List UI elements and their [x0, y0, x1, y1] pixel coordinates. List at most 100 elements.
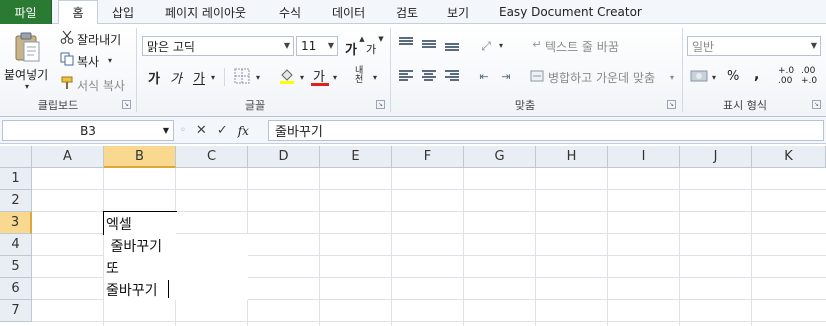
active-cell-border-top [103, 211, 177, 212]
grow-font-button[interactable]: 가 [345, 39, 357, 58]
font-color-swatch [311, 83, 329, 86]
merge-dropdown-icon[interactable]: ▾ [668, 72, 676, 82]
borders-dropdown-icon[interactable]: ▾ [254, 72, 262, 82]
orientation-dropdown-icon[interactable]: ▾ [497, 40, 505, 50]
insert-function-button[interactable]: fx [238, 124, 249, 138]
gridline [535, 168, 536, 326]
tab-easy-document-creator[interactable]: Easy Document Creator [499, 0, 642, 24]
tab-page-layout[interactable]: 페이지 레이아웃 [165, 0, 246, 24]
column-header-j[interactable]: J [680, 146, 752, 168]
shrink-font-button[interactable]: 가 [366, 41, 376, 57]
cut-button[interactable]: 잘라내기 [77, 31, 121, 48]
fill-color-icon[interactable] [278, 67, 296, 85]
column-header-f[interactable]: F [392, 146, 464, 168]
orientation-icon[interactable]: ⤢ [477, 38, 495, 54]
merge-center-button[interactable]: 병합하고 가운데 맞춤 [548, 69, 655, 86]
percent-style-button[interactable]: % [727, 69, 739, 84]
tab-home[interactable]: 홈 [58, 0, 98, 25]
comma-style-button[interactable]: , [754, 67, 759, 83]
copy-button[interactable]: 복사 [77, 53, 99, 70]
font-color-dropdown-icon[interactable]: ▾ [331, 72, 339, 82]
font-size-combo[interactable]: 11 ▼ [296, 36, 338, 56]
phonetic-dropdown-icon[interactable]: ▾ [371, 72, 379, 82]
row-header-2[interactable]: 2 [0, 190, 32, 212]
row-header-7[interactable]: 7 [0, 300, 32, 322]
gridline [679, 168, 680, 326]
copy-dropdown-icon[interactable]: ▾ [106, 55, 114, 65]
gridline [607, 168, 608, 326]
align-left-icon[interactable] [399, 69, 415, 83]
align-right-icon[interactable] [445, 69, 461, 83]
column-header-k[interactable]: K [752, 146, 826, 168]
number-launcher-icon[interactable]: ↘ [812, 100, 821, 109]
column-header-h[interactable]: H [536, 146, 608, 168]
font-launcher-icon[interactable]: ↘ [376, 100, 385, 109]
edit-overflow-area [176, 234, 248, 300]
increase-decimal-button[interactable]: +.0 .00 [778, 66, 796, 86]
name-box[interactable]: B3 ▼ [2, 120, 174, 141]
italic-button[interactable]: 가 [170, 68, 182, 87]
alignment-launcher-icon[interactable]: ↘ [667, 100, 676, 109]
accounting-dropdown-icon[interactable]: ▾ [710, 72, 718, 82]
underline-dropdown-icon[interactable]: ▾ [209, 72, 217, 82]
wrap-text-button[interactable]: 텍스트 줄 바꿈 [545, 38, 619, 55]
column-header-a[interactable]: A [32, 146, 104, 168]
align-middle-icon[interactable] [422, 39, 438, 53]
number-group-label: 표시 형식 [723, 99, 767, 112]
decrease-indent-icon[interactable]: ⇤ [476, 69, 492, 83]
paste-dropdown-icon[interactable]: ▾ [22, 82, 32, 91]
bold-button[interactable]: 가 [148, 68, 160, 87]
select-all-corner[interactable] [0, 146, 32, 168]
align-center-icon[interactable] [422, 69, 438, 83]
column-header-i[interactable]: I [608, 146, 680, 168]
scissors-icon [60, 30, 74, 44]
align-top-icon[interactable] [399, 36, 415, 50]
column-header-b[interactable]: B [104, 146, 176, 168]
tab-insert[interactable]: 삽입 [112, 0, 134, 24]
gridline [319, 168, 320, 326]
alignment-group-label: 맞춤 [514, 99, 536, 112]
align-bottom-icon[interactable] [445, 42, 461, 56]
name-box-value: B3 [80, 123, 96, 138]
format-painter-button[interactable]: 서식 복사 [77, 77, 125, 94]
row-header-6[interactable]: 6 [0, 278, 32, 300]
format-painter-icon [60, 76, 74, 90]
row-header-1[interactable]: 1 [0, 168, 32, 190]
font-name-combo[interactable]: 맑은 고딕 ▼ [142, 36, 294, 56]
font-name-value: 맑은 고딕 [147, 39, 195, 54]
phonetic-guide-button[interactable]: 내천 [355, 67, 369, 85]
number-format-combo[interactable]: 일반 ▼ [687, 36, 821, 56]
cancel-icon[interactable]: ✕ [196, 123, 207, 138]
tab-view[interactable]: 보기 [447, 0, 469, 24]
resize-handle-icon[interactable]: ◦ [180, 125, 186, 136]
group-separator [136, 28, 137, 112]
paste-button[interactable]: 붙여넣기 [4, 66, 48, 83]
decrease-decimal-button[interactable]: .00 +.0 [801, 66, 819, 86]
paste-icon[interactable] [12, 30, 42, 64]
increase-indent-icon[interactable]: ⇥ [498, 69, 514, 83]
tab-review[interactable]: 검토 [396, 0, 418, 24]
row-header-4[interactable]: 4 [0, 234, 32, 256]
active-cell-border-left [103, 211, 104, 235]
column-header-d[interactable]: D [248, 146, 320, 168]
formula-input[interactable]: 줄바꾸기 [268, 120, 824, 141]
cell-b3-line: 줄바꾸기 [106, 239, 162, 255]
group-separator [682, 28, 683, 112]
accounting-format-icon[interactable] [690, 68, 708, 84]
column-header-c[interactable]: C [176, 146, 248, 168]
column-header-g[interactable]: G [464, 146, 536, 168]
enter-icon[interactable]: ✓ [217, 123, 228, 138]
tab-formulas[interactable]: 수식 [279, 0, 301, 24]
column-header-e[interactable]: E [320, 146, 392, 168]
clipboard-launcher-icon[interactable]: ↘ [122, 100, 131, 109]
tab-file[interactable]: 파일 [0, 0, 52, 24]
divider [224, 68, 225, 86]
fill-color-dropdown-icon[interactable]: ▾ [298, 72, 306, 82]
chevron-down-icon: ▼ [810, 41, 817, 50]
underline-button[interactable]: 가 [193, 68, 205, 87]
row-header-5[interactable]: 5 [0, 256, 32, 278]
row-header-3[interactable]: 3 [0, 212, 32, 234]
worksheet-grid[interactable]: A B C D E F G H I J K 1 2 3 4 5 6 7 엑셀 줄… [0, 146, 826, 326]
tab-data[interactable]: 데이터 [332, 0, 365, 24]
borders-icon[interactable] [234, 68, 250, 84]
